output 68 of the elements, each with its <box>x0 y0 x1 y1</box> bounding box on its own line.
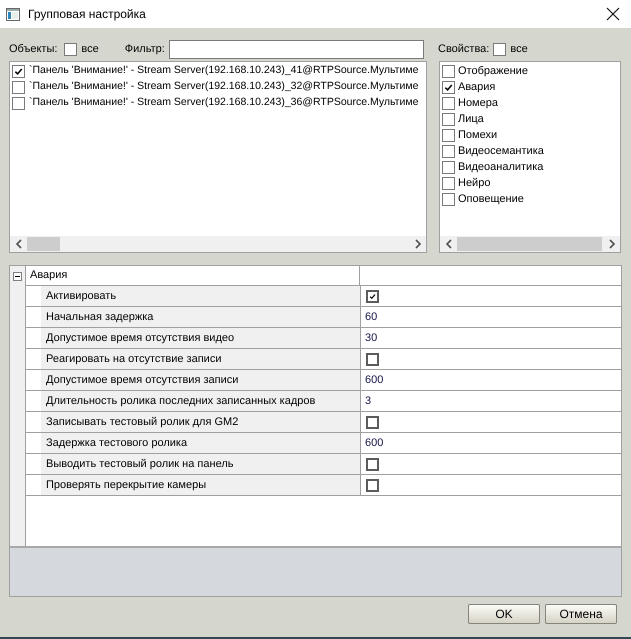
checkbox[interactable] <box>442 192 455 206</box>
checkbox[interactable] <box>442 128 455 142</box>
close-icon[interactable] <box>606 7 620 21</box>
window-title: Групповая настройка <box>28 6 146 23</box>
checkbox[interactable] <box>12 64 25 78</box>
property-name: Активировать <box>41 286 360 306</box>
property-name: Проверять перекрытие камеры <box>41 475 360 495</box>
list-item[interactable]: Нейро <box>458 174 490 192</box>
checkbox[interactable] <box>442 144 455 158</box>
dialog-button[interactable]: OK <box>468 604 540 624</box>
property-value-field[interactable]: 600 <box>360 433 621 453</box>
checkbox[interactable] <box>442 112 455 126</box>
chevron-left-icon[interactable] <box>444 239 452 249</box>
list-item[interactable]: Номера <box>458 94 498 112</box>
checkbox[interactable] <box>442 64 455 78</box>
checkbox[interactable] <box>366 352 379 366</box>
scrollbar-thumb[interactable] <box>27 237 60 251</box>
list-item[interactable]: Авария <box>458 78 496 96</box>
tick-icon <box>444 82 453 92</box>
list-item[interactable]: Видеоаналитика <box>458 158 544 176</box>
property-name: Записывать тестовый ролик для GM2 <box>41 412 360 432</box>
property-name: Допустимое время отсутствия видео <box>41 328 360 348</box>
checkbox[interactable] <box>366 290 379 302</box>
tick-icon <box>14 66 23 76</box>
select-all-label[interactable]: все <box>510 41 528 58</box>
checkbox[interactable] <box>366 458 379 470</box>
tick-icon <box>369 292 376 300</box>
chevron-right-icon[interactable] <box>414 239 422 249</box>
list-item[interactable]: `Панель 'Внимание!' - Stream Server(192.168.10.243)_41@RTPSource.Мультиме <box>29 63 418 79</box>
window-app-icon <box>6 8 20 20</box>
minus-icon[interactable] <box>13 272 22 280</box>
list-item[interactable]: Помехи <box>458 126 498 144</box>
select-all-label[interactable]: все <box>81 41 99 58</box>
property-name: Длительность ролика последних записанных кадров <box>41 391 360 411</box>
list-item[interactable]: Видеосемантика <box>458 142 544 160</box>
property-value-field[interactable]: 3 <box>360 391 621 411</box>
property-name: Допустимое время отсутствия записи <box>41 370 360 390</box>
checkbox[interactable] <box>12 80 25 94</box>
property-name: Задержка тестового ролика <box>41 433 360 453</box>
checkbox[interactable] <box>12 96 25 110</box>
filter-label: Фильтр: <box>124 42 165 58</box>
property-value-field[interactable]: 30 <box>360 328 621 348</box>
checkbox[interactable] <box>442 160 455 174</box>
checkbox[interactable] <box>366 416 379 428</box>
property-value-field[interactable]: 600 <box>360 370 621 390</box>
property-value-field[interactable]: 60 <box>360 307 621 327</box>
chevron-right-icon[interactable] <box>608 239 616 249</box>
list-item[interactable]: `Панель 'Внимание!' - Stream Server(192.168.10.243)_36@RTPSource.Мультиме <box>29 95 418 111</box>
objects-label: Объекты: <box>9 42 58 58</box>
list-item[interactable]: `Панель 'Внимание!' - Stream Server(192.168.10.243)_32@RTPSource.Мультиме <box>29 79 418 95</box>
dialog-button[interactable]: Отмена <box>545 604 617 624</box>
chevron-left-icon[interactable] <box>14 239 22 249</box>
list-item[interactable]: Оповещение <box>458 190 524 208</box>
checkbox[interactable] <box>64 43 78 56</box>
scrollbar-thumb[interactable] <box>457 237 602 251</box>
checkbox[interactable] <box>366 478 379 492</box>
list-item[interactable]: Отображение <box>458 62 528 80</box>
category-label[interactable]: Авария <box>26 266 360 285</box>
checkbox[interactable] <box>442 96 455 110</box>
filter-input[interactable] <box>169 40 424 59</box>
property-name: Выводить тестовый ролик на панель <box>41 454 360 474</box>
checkbox[interactable] <box>442 176 455 190</box>
property-name: Реагировать на отсутствие записи <box>41 349 360 369</box>
checkbox[interactable] <box>442 80 455 94</box>
checkbox[interactable] <box>493 43 506 56</box>
property-name: Начальная задержка <box>41 307 360 327</box>
list-item[interactable]: Лица <box>458 110 484 128</box>
properties-label: Свойства: <box>438 42 490 58</box>
